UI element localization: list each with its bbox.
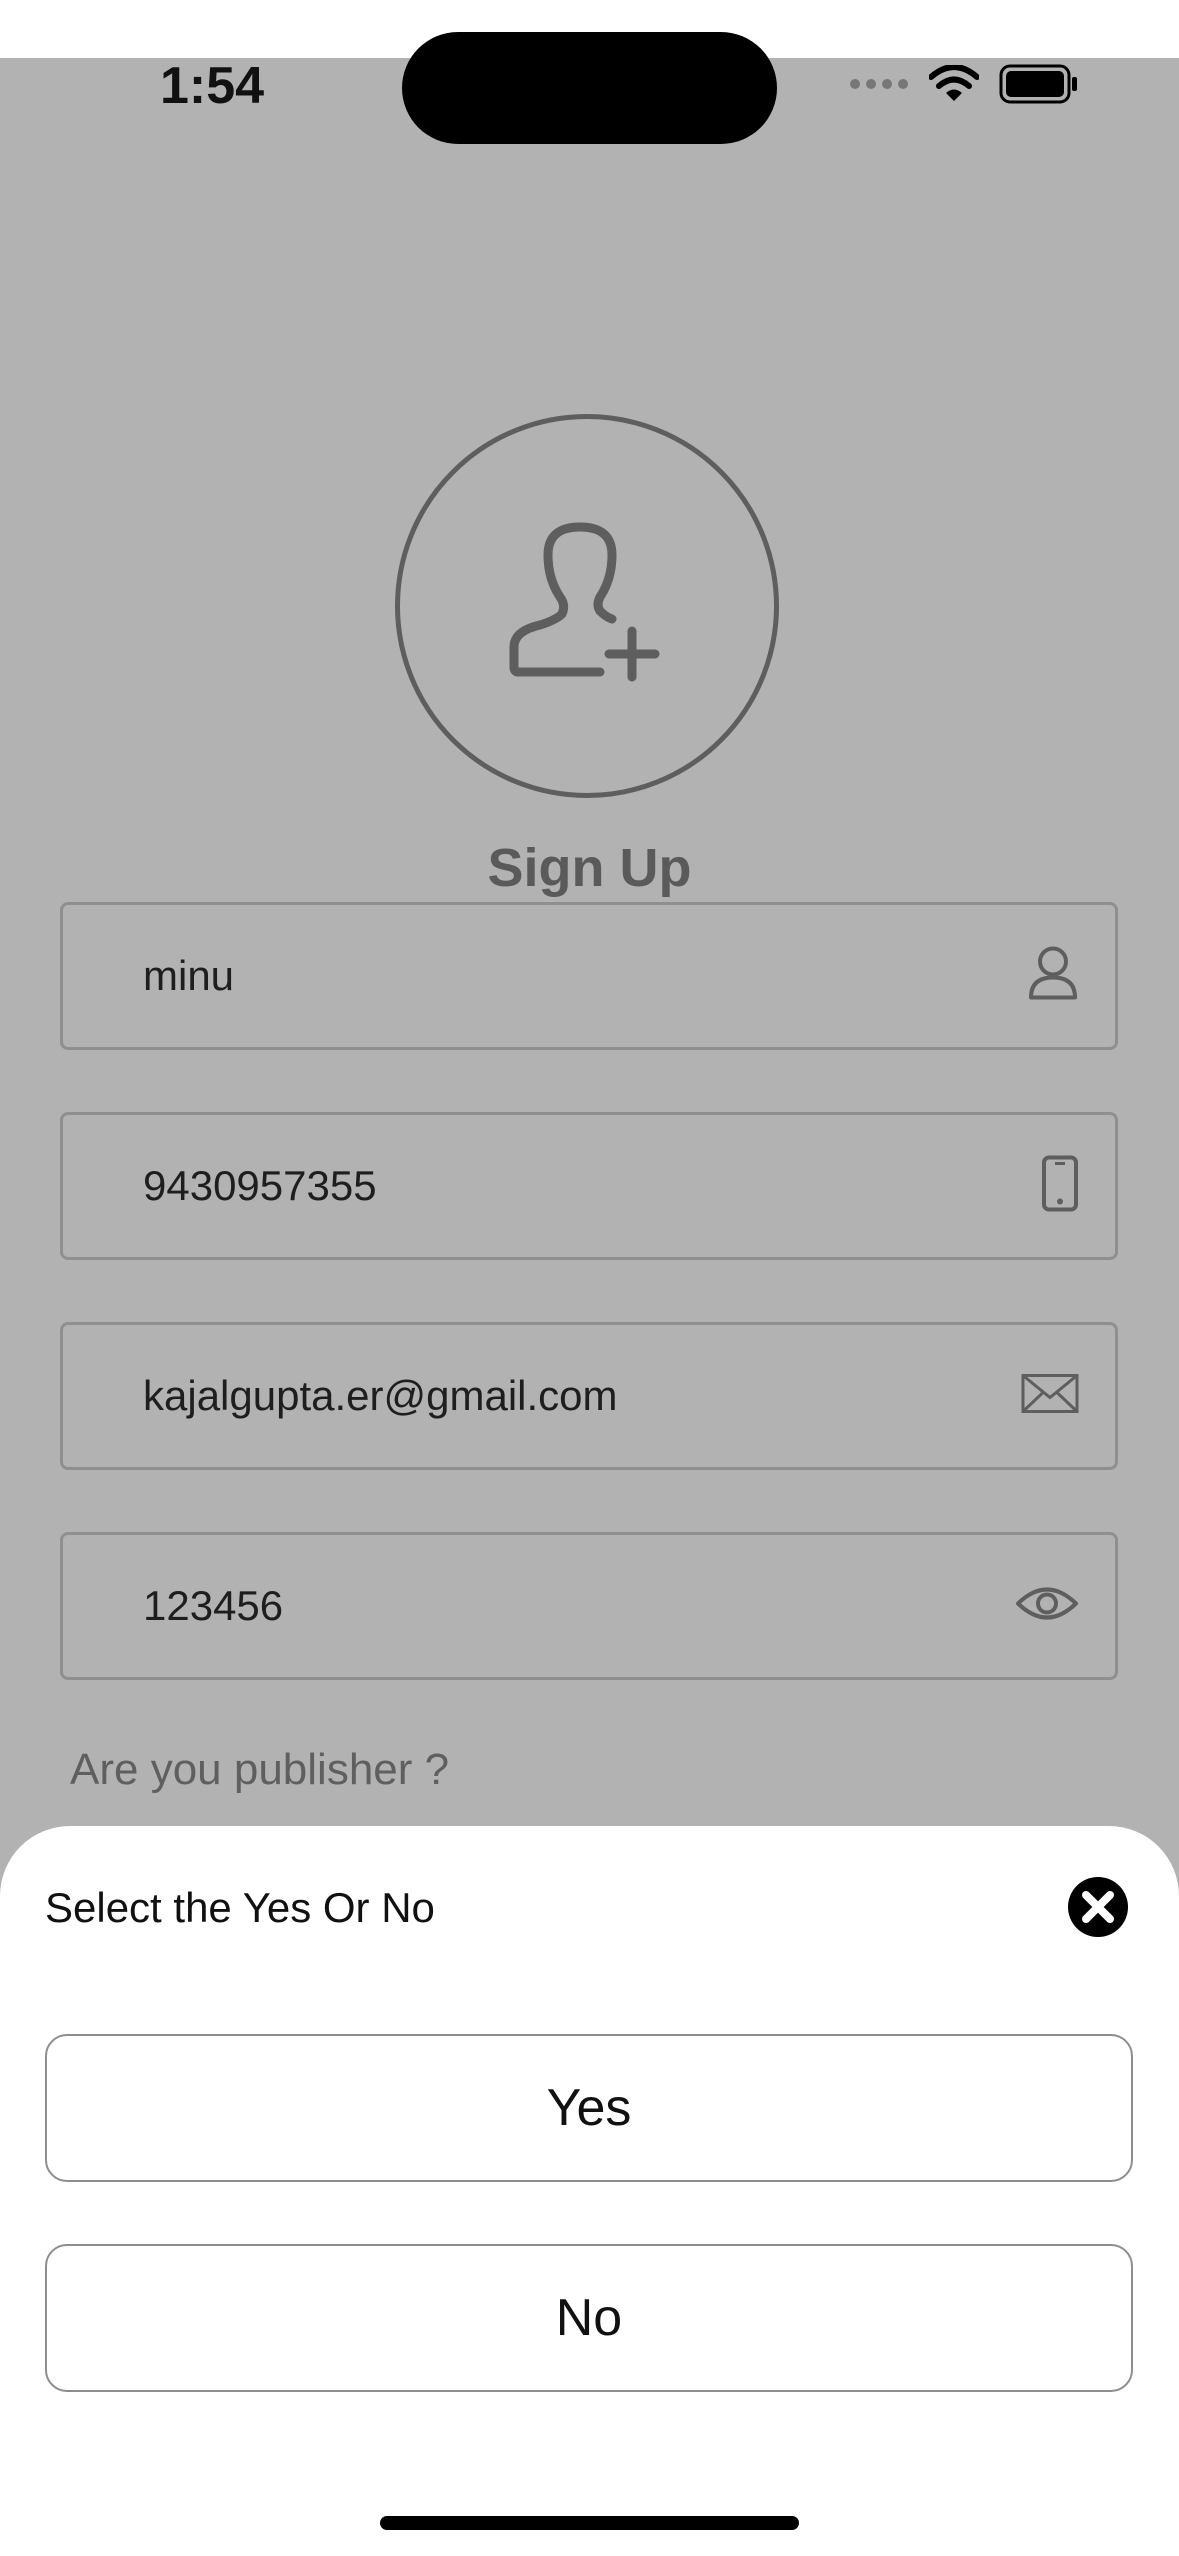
name-value: minu: [143, 952, 235, 999]
publisher-question[interactable]: Are you publisher ?: [70, 1740, 449, 1800]
home-indicator[interactable]: [380, 2516, 799, 2530]
page-title: Sign Up: [487, 838, 692, 898]
battery-icon: [999, 64, 1079, 109]
status-icons: [849, 64, 1079, 109]
dynamic-island: [402, 32, 777, 144]
no-button[interactable]: No: [45, 2244, 1133, 2392]
phone-value: 9430957355: [143, 1162, 377, 1209]
selection-sheet: Select the Yes Or No Yes No: [0, 1826, 1179, 2556]
yes-button[interactable]: Yes: [45, 2034, 1133, 2182]
close-circle-icon: [1068, 1877, 1128, 1937]
phone-icon: [1041, 1155, 1079, 1218]
sheet-title: Select the Yes Or No: [45, 1884, 435, 1931]
envelope-icon: [1021, 1374, 1079, 1419]
cellular-icon: [849, 77, 909, 96]
name-field[interactable]: minu: [60, 902, 1118, 1050]
password-value: 123456: [143, 1582, 284, 1629]
wifi-icon: [928, 64, 980, 108]
status-time: 1:54: [160, 57, 265, 115]
add-user-icon: [509, 522, 660, 682]
person-icon: [1027, 946, 1079, 1007]
close-button[interactable]: [1067, 1876, 1129, 1938]
eye-icon[interactable]: [1015, 1584, 1079, 1629]
phone-field[interactable]: 9430957355: [60, 1112, 1118, 1260]
password-field[interactable]: 123456: [60, 1532, 1118, 1680]
email-value: kajalgupta.er@gmail.com: [143, 1372, 618, 1419]
avatar-upload[interactable]: [395, 414, 779, 798]
email-field[interactable]: kajalgupta.er@gmail.com: [60, 1322, 1118, 1470]
